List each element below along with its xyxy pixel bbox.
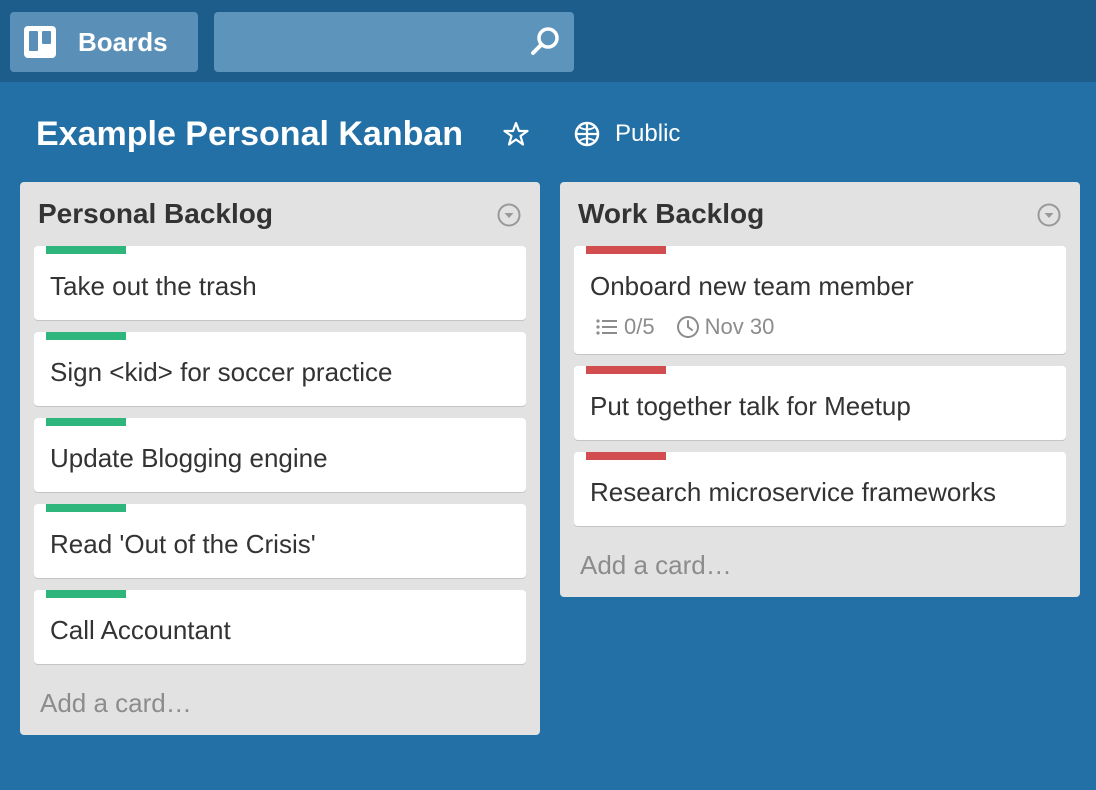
red-label bbox=[586, 452, 666, 460]
board-header: Example Personal Kanban Public bbox=[36, 108, 680, 160]
add-card-button[interactable]: Add a card… bbox=[20, 676, 540, 735]
card-title: Research microservice frameworks bbox=[590, 477, 996, 507]
boards-button[interactable]: Boards bbox=[10, 12, 198, 72]
search-icon[interactable] bbox=[528, 25, 562, 59]
card-title: Take out the trash bbox=[50, 271, 257, 301]
boards-label: Boards bbox=[78, 26, 168, 57]
list-header: Personal Backlog bbox=[20, 182, 540, 246]
card[interactable]: Take out the trash bbox=[34, 246, 526, 320]
list-personal-backlog: Personal Backlog Take out the trash Sign… bbox=[20, 182, 540, 735]
green-label bbox=[46, 246, 126, 254]
star-icon[interactable] bbox=[503, 121, 529, 147]
green-label bbox=[46, 332, 126, 340]
card[interactable]: Update Blogging engine bbox=[34, 418, 526, 492]
boards-logo-icon bbox=[24, 26, 56, 58]
card-title: Sign <kid> for soccer practice bbox=[50, 357, 393, 387]
due-date: Nov 30 bbox=[704, 314, 775, 339]
visibility-label: Public bbox=[615, 120, 681, 147]
checklist-icon bbox=[596, 319, 617, 335]
card[interactable]: Sign <kid> for soccer practice bbox=[34, 332, 526, 406]
list-work-backlog: Work Backlog Onboard new team member 0/5 bbox=[560, 182, 1080, 597]
search-input[interactable] bbox=[214, 12, 546, 72]
red-label bbox=[586, 246, 666, 254]
chevron-down-icon[interactable] bbox=[496, 202, 522, 228]
add-card-button[interactable]: Add a card… bbox=[560, 538, 1080, 597]
green-label bbox=[46, 418, 126, 426]
card-title: Onboard new team member bbox=[590, 271, 914, 301]
globe-icon bbox=[574, 121, 600, 147]
board-title[interactable]: Example Personal Kanban bbox=[36, 115, 463, 154]
top-bar: Boards bbox=[0, 0, 1096, 82]
card-title: Call Accountant bbox=[50, 615, 231, 645]
card[interactable]: Put together talk for Meetup bbox=[574, 366, 1066, 440]
checklist-count: 0/5 bbox=[624, 314, 655, 339]
visibility-button[interactable]: Public bbox=[573, 120, 680, 148]
list-title[interactable]: Work Backlog bbox=[578, 198, 764, 230]
chevron-down-icon[interactable] bbox=[1036, 202, 1062, 228]
card-title: Update Blogging engine bbox=[50, 443, 328, 473]
card-title: Read 'Out of the Crisis' bbox=[50, 529, 316, 559]
card[interactable]: Call Accountant bbox=[34, 590, 526, 664]
green-label bbox=[46, 590, 126, 598]
list-header: Work Backlog bbox=[560, 182, 1080, 246]
clock-icon bbox=[676, 316, 699, 338]
card-title: Put together talk for Meetup bbox=[590, 391, 911, 421]
card[interactable]: Onboard new team member 0/5 Nov 30 bbox=[574, 246, 1066, 354]
green-label bbox=[46, 504, 126, 512]
card-badges: 0/5 Nov 30 bbox=[574, 302, 1066, 354]
search-box[interactable] bbox=[214, 12, 574, 72]
checklist-badge: 0/5 bbox=[594, 314, 655, 340]
card[interactable]: Read 'Out of the Crisis' bbox=[34, 504, 526, 578]
due-date-badge: Nov 30 bbox=[675, 314, 775, 340]
red-label bbox=[586, 366, 666, 374]
card[interactable]: Research microservice frameworks bbox=[574, 452, 1066, 526]
list-title[interactable]: Personal Backlog bbox=[38, 198, 273, 230]
